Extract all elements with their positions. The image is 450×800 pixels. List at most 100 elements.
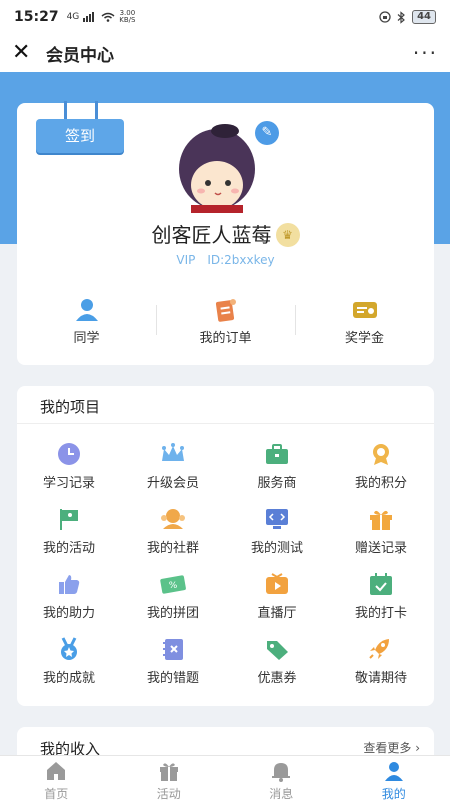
project-check-in[interactable]: 我的打卡 bbox=[329, 568, 433, 633]
project-label: 我的积分 bbox=[354, 476, 407, 491]
quick-label: 我的订单 bbox=[199, 331, 252, 346]
project-label: 学习记录 bbox=[42, 476, 95, 491]
clock-icon bbox=[58, 443, 80, 465]
project-study-record[interactable]: 学习记录 bbox=[17, 438, 121, 503]
medal-icon bbox=[373, 444, 389, 465]
user-id: ID:2bxxkey bbox=[207, 253, 275, 267]
sign-hanger-left bbox=[64, 101, 67, 119]
project-label: 我的拼团 bbox=[146, 606, 199, 621]
quick-classmates[interactable]: 同学 bbox=[17, 293, 156, 349]
scholarship-icon bbox=[352, 302, 377, 318]
project-label: 直播厅 bbox=[257, 606, 297, 621]
tab-label: 消息 bbox=[269, 787, 294, 800]
tab-label: 我的 bbox=[381, 787, 406, 800]
rocket-icon bbox=[369, 639, 389, 659]
bluetooth-icon bbox=[397, 10, 405, 24]
tab-home[interactable]: 首页 bbox=[0, 756, 113, 800]
classmates-icon bbox=[75, 299, 98, 321]
project-label: 我的活动 bbox=[42, 541, 95, 556]
flag-icon bbox=[60, 509, 78, 530]
calendar-check-icon bbox=[370, 573, 392, 595]
divider bbox=[17, 423, 434, 424]
project-label: 我的打卡 bbox=[354, 606, 407, 621]
project-upgrade-member[interactable]: 升级会员 bbox=[121, 438, 225, 503]
project-label: 敬请期待 bbox=[354, 671, 407, 686]
net-speed: 3.00 KB/S bbox=[119, 9, 136, 24]
thumbs-up-icon bbox=[59, 575, 80, 594]
battery-indicator: 44 bbox=[412, 10, 436, 24]
project-label: 我的测试 bbox=[250, 541, 303, 556]
project-coupons[interactable]: 优惠券 bbox=[225, 633, 329, 698]
my-projects-panel: 我的项目 学习记录 升级会员 服务商 我的积分 我的活动 我的社群 我的测试 赠… bbox=[17, 386, 434, 706]
tab-mine[interactable]: 我的 bbox=[338, 756, 450, 800]
community-icon bbox=[161, 509, 185, 529]
home-icon bbox=[47, 762, 66, 780]
tab-activities[interactable]: 活动 bbox=[113, 756, 226, 800]
username-row: 创客匠人蓝莓 ♛ bbox=[17, 219, 434, 248]
bell-icon bbox=[272, 763, 291, 782]
award-icon bbox=[61, 637, 77, 660]
profile-card: 签到 ✎ 创客匠人蓝莓 ♛ VIP ID:2bxxkey 同学 我的订单 奖学金 bbox=[17, 101, 434, 365]
project-my-points[interactable]: 我的积分 bbox=[329, 438, 433, 503]
notebook-x-icon bbox=[163, 639, 183, 660]
quick-links: 同学 我的订单 奖学金 bbox=[17, 293, 434, 349]
coupon-percent-icon: % bbox=[160, 575, 186, 594]
project-label: 赠送记录 bbox=[354, 541, 407, 556]
project-label: 我的社群 bbox=[146, 541, 199, 556]
project-wrong-questions[interactable]: 我的错题 bbox=[121, 633, 225, 698]
quick-scholarship[interactable]: 奖学金 bbox=[295, 293, 434, 349]
tag-icon bbox=[267, 641, 288, 660]
project-label: 我的助力 bbox=[42, 606, 95, 621]
project-group-buy[interactable]: % 我的拼团 bbox=[121, 568, 225, 633]
project-label: 我的错题 bbox=[146, 671, 199, 686]
project-label: 服务商 bbox=[257, 476, 297, 491]
project-label: 升级会员 bbox=[146, 476, 199, 491]
project-my-community[interactable]: 我的社群 bbox=[121, 503, 225, 568]
section-title: 我的项目 bbox=[40, 398, 101, 416]
more-menu-button[interactable]: ··· bbox=[413, 41, 438, 65]
vip-crown-icon: ♛ bbox=[275, 223, 300, 247]
wifi-icon bbox=[101, 12, 115, 22]
signal-bars-icon bbox=[83, 12, 95, 22]
project-my-achievements[interactable]: 我的成就 bbox=[17, 633, 121, 698]
project-coming-soon[interactable]: 敬请期待 bbox=[329, 633, 433, 698]
signal-label: 4G bbox=[66, 12, 80, 22]
avatar[interactable] bbox=[177, 123, 257, 213]
project-my-boost[interactable]: 我的助力 bbox=[17, 568, 121, 633]
edit-profile-icon[interactable]: ✎ bbox=[255, 121, 279, 145]
close-icon[interactable]: ✕ bbox=[12, 42, 38, 64]
status-time: 15:27 bbox=[14, 9, 59, 25]
briefcase-icon bbox=[266, 444, 288, 464]
project-my-activities[interactable]: 我的活动 bbox=[17, 503, 121, 568]
project-service-provider[interactable]: 服务商 bbox=[225, 438, 329, 503]
tab-label: 首页 bbox=[44, 787, 69, 800]
vip-label: VIP bbox=[176, 253, 196, 267]
nav-bar: ✕ 会员中心 ··· bbox=[0, 34, 450, 72]
checkin-button[interactable]: 签到 bbox=[36, 119, 124, 153]
status-signal: 4G 3.00 KB/S bbox=[67, 10, 136, 24]
crown-icon bbox=[162, 443, 184, 461]
gift-icon bbox=[370, 510, 392, 530]
project-label: 我的成就 bbox=[42, 671, 95, 686]
project-grid: 学习记录 升级会员 服务商 我的积分 我的活动 我的社群 我的测试 赠送记录 我… bbox=[17, 438, 434, 698]
vip-info: VIP ID:2bxxkey bbox=[17, 253, 434, 267]
tab-messages[interactable]: 消息 bbox=[225, 756, 338, 800]
project-live-room[interactable]: 直播厅 bbox=[225, 568, 329, 633]
sign-hanger-right bbox=[95, 101, 98, 119]
tab-label: 活动 bbox=[156, 787, 181, 800]
bottom-tab-bar: 首页 活动 消息 我的 bbox=[0, 755, 450, 800]
quick-orders[interactable]: 我的订单 bbox=[156, 293, 295, 349]
project-gift-records[interactable]: 赠送记录 bbox=[329, 503, 433, 568]
quick-label: 同学 bbox=[73, 331, 100, 346]
status-bar: 15:27 4G 3.00 KB/S 44 bbox=[0, 0, 450, 34]
username: 创客匠人蓝莓 bbox=[151, 223, 272, 247]
project-label: 优惠券 bbox=[257, 671, 297, 686]
page-title: 会员中心 bbox=[46, 45, 114, 66]
person-icon bbox=[384, 762, 403, 781]
svg-text:%: % bbox=[169, 581, 178, 591]
orders-icon bbox=[215, 299, 236, 322]
project-my-test[interactable]: 我的测试 bbox=[225, 503, 329, 568]
view-more-link[interactable]: 查看更多 › bbox=[363, 739, 420, 756]
alarm-lock-icon bbox=[379, 11, 391, 23]
gift-box-icon bbox=[159, 763, 178, 781]
